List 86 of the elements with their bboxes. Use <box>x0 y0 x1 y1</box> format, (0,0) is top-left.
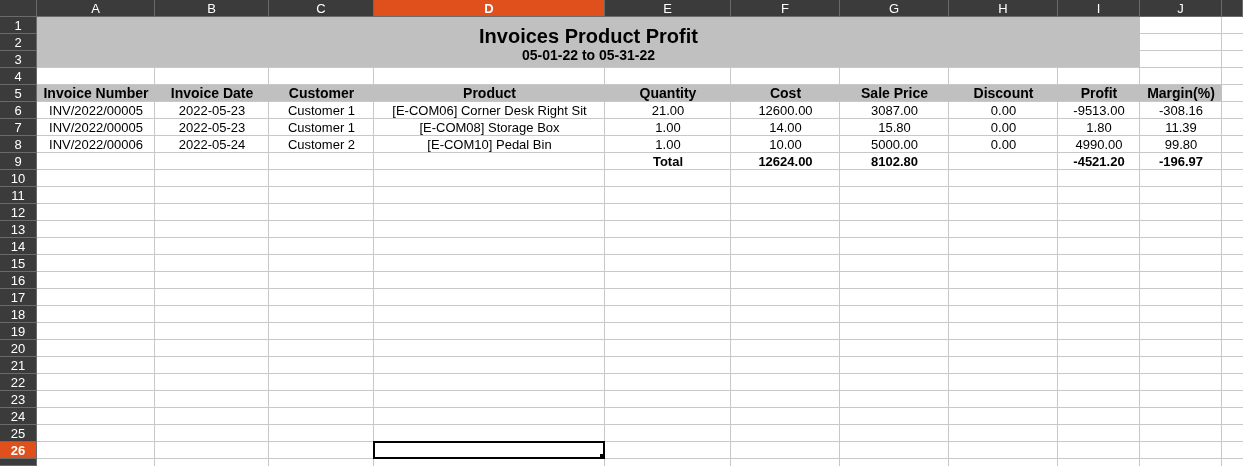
column-heading: Discount <box>949 85 1058 102</box>
table-cell-text: 5000.00 <box>870 136 919 153</box>
row-header[interactable]: 3 <box>0 51 37 68</box>
column-header[interactable]: G <box>840 0 949 17</box>
row-header[interactable]: 19 <box>0 323 37 340</box>
column-heading: Customer <box>269 85 374 102</box>
row-header[interactable]: 14 <box>0 238 37 255</box>
row-header[interactable]: 20 <box>0 340 37 357</box>
row-header[interactable]: 9 <box>0 153 37 170</box>
row-header[interactable]: 26 <box>0 442 37 459</box>
table-cell-text: INV/2022/00006 <box>48 136 144 153</box>
table-cell-text: 11.39 <box>1164 119 1198 136</box>
total-value: 8102.80 <box>870 153 919 170</box>
row-header[interactable]: 1 <box>0 17 37 34</box>
table-cell-text: 0.00 <box>989 102 1018 119</box>
table-cell-text: -9513.00 <box>1072 102 1126 119</box>
table-cell-text: 2022-05-23 <box>177 102 247 119</box>
column-heading: Margin(%) <box>1140 85 1222 102</box>
table-cell-text: 15.80 <box>877 119 912 136</box>
table-cell-text: 99.80 <box>1163 136 1199 153</box>
column-heading: Invoice Date <box>155 85 269 102</box>
row-header[interactable]: 11 <box>0 187 37 204</box>
row-header[interactable]: 13 <box>0 221 37 238</box>
row-header[interactable]: 5 <box>0 85 37 102</box>
table-cell-text: INV/2022/00005 <box>48 119 144 136</box>
row-header[interactable] <box>0 459 37 466</box>
table-cell-text: 4990.00 <box>1074 136 1124 153</box>
table-cell-text: 14.00 <box>768 119 803 136</box>
report-title: Invoices Product Profit <box>479 24 698 47</box>
row-header[interactable]: 15 <box>0 255 37 272</box>
table-cell-text: 0.00 <box>989 136 1018 153</box>
column-header[interactable]: D <box>374 0 605 17</box>
row-header[interactable]: 7 <box>0 119 37 136</box>
table-cell-text: Customer 2 <box>286 136 357 153</box>
row-header[interactable]: 16 <box>0 272 37 289</box>
table-cell-text: 10.00 <box>768 136 803 153</box>
column-header[interactable]: I <box>1058 0 1140 17</box>
row-header[interactable]: 24 <box>0 408 37 425</box>
table-cell-text: Customer 1 <box>286 119 357 136</box>
column-header[interactable]: A <box>37 0 155 17</box>
column-header[interactable]: E <box>605 0 731 17</box>
column-header[interactable]: F <box>731 0 840 17</box>
total-label: Total <box>651 153 685 170</box>
total-value: -4521.20 <box>1072 153 1126 170</box>
date-range: 05-01-22 to 05-31-22 <box>521 46 656 64</box>
column-heading: Invoice Number <box>37 85 155 102</box>
total-value: -196.97 <box>1157 153 1205 170</box>
row-header[interactable]: 22 <box>0 374 37 391</box>
column-heading: Sale Price <box>840 85 949 102</box>
table-cell-text: 3087.00 <box>870 102 919 119</box>
column-heading: Quantity <box>605 85 731 102</box>
row-header[interactable]: 23 <box>0 391 37 408</box>
table-cell-text: INV/2022/00005 <box>48 102 144 119</box>
column-heading: Product <box>374 85 605 102</box>
row-header[interactable]: 4 <box>0 68 37 85</box>
column-header[interactable] <box>1222 0 1243 17</box>
row-header[interactable]: 12 <box>0 204 37 221</box>
row-header[interactable]: 25 <box>0 425 37 442</box>
table-cell-text: 2022-05-23 <box>177 119 247 136</box>
column-heading: Cost <box>731 85 840 102</box>
table-cell-text: 1.80 <box>1085 119 1113 136</box>
row-header[interactable]: 18 <box>0 306 37 323</box>
row-header[interactable]: 6 <box>0 102 37 119</box>
table-cell-text: 1.00 <box>654 136 682 153</box>
table-cell-text: Customer 1 <box>286 102 357 119</box>
table-cell-text: 12600.00 <box>757 102 814 119</box>
total-value: 12624.00 <box>757 153 814 170</box>
select-all-corner[interactable] <box>0 0 37 17</box>
table-cell-text: [E-COM08] Storage Box <box>418 119 561 136</box>
row-header[interactable]: 17 <box>0 289 37 306</box>
table-cell-text: 1.00 <box>654 119 682 136</box>
table-cell-text: [E-COM10] Pedal Bin <box>426 136 553 153</box>
table-cell-text: 21.00 <box>650 102 686 119</box>
column-header[interactable]: J <box>1140 0 1222 17</box>
table-cell-text: [E-COM06] Corner Desk Right Sit <box>391 102 588 119</box>
column-header[interactable]: H <box>949 0 1058 17</box>
row-header[interactable]: 8 <box>0 136 37 153</box>
column-header[interactable]: C <box>269 0 374 17</box>
table-cell-text: 0.00 <box>989 119 1018 136</box>
row-header[interactable]: 2 <box>0 34 37 51</box>
column-heading: Profit <box>1058 85 1140 102</box>
row-header[interactable]: 21 <box>0 357 37 374</box>
column-header[interactable]: B <box>155 0 269 17</box>
table-cell-text: -308.16 <box>1157 102 1205 119</box>
row-header[interactable]: 10 <box>0 170 37 187</box>
table-cell-text: 2022-05-24 <box>177 136 247 153</box>
